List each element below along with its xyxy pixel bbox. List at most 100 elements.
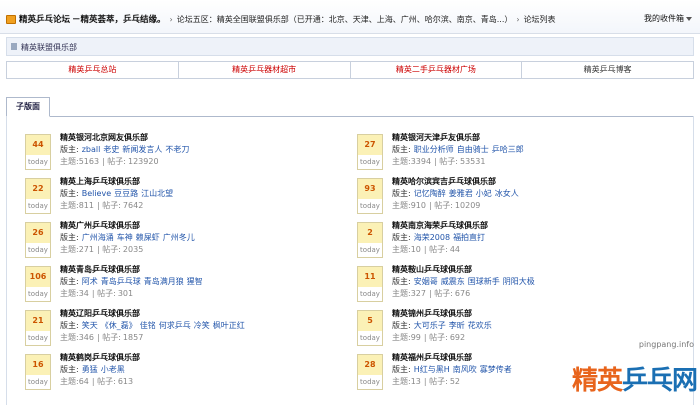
- moderators-label: 版主:: [392, 321, 411, 330]
- moderator-link[interactable]: 安姻哥: [414, 277, 438, 286]
- breadcrumb-forum-zone[interactable]: 论坛五区：精英全国联盟俱乐部（已开通：北京、天津、上海、广州、哈尔滨、南京、青岛…: [177, 14, 513, 25]
- moderator-link[interactable]: 赖屎虾: [136, 233, 160, 242]
- moderator-link[interactable]: 乒哈三郎: [492, 145, 524, 154]
- watermark-url: pingpang.info: [638, 340, 694, 349]
- subforum-name-link[interactable]: 精英辽阳乒乓球俱乐部: [60, 308, 350, 320]
- moderator-link[interactable]: 阴阳大极: [503, 277, 535, 286]
- moderator-link[interactable]: 何求乒乓: [159, 321, 191, 330]
- topics-label: 主题:: [60, 289, 79, 298]
- today-count: 27: [358, 135, 382, 155]
- quick-links: 精英乒乓总站 精英乒乓器材超市 精英二手乒乓器材广场 精英乒乓博客: [6, 61, 694, 79]
- subforum-card: 106 today 精英青岛乒乓球俱乐部 版主: 阿术 青岛乒乓球 青岛满月狼 猩智 主题:34…: [25, 264, 355, 308]
- subforum-name-link[interactable]: 精英青岛乒乓球俱乐部: [60, 264, 350, 276]
- subforum-name-link[interactable]: 精英南京海荣乒乓球俱乐部: [392, 220, 682, 232]
- moderator-link[interactable]: 姜雅君: [449, 189, 473, 198]
- topics-label: 主题:: [392, 333, 411, 342]
- moderator-link[interactable]: 青岛乒乓球: [101, 277, 141, 286]
- posts-label: | 帖子:: [102, 157, 126, 166]
- tab-subforums[interactable]: 子版面: [6, 97, 50, 117]
- moderator-link[interactable]: 老史: [103, 145, 119, 154]
- moderator-link[interactable]: zball: [82, 145, 101, 154]
- subforum-name-link[interactable]: 精英广州乒乓球俱乐部: [60, 220, 350, 232]
- subforum-name-link[interactable]: 精英哈尔滨宾吉乒乓球俱乐部: [392, 176, 682, 188]
- moderator-link[interactable]: 大可乐子: [414, 321, 446, 330]
- moderator-link[interactable]: 笑天: [82, 321, 98, 330]
- moderator-link[interactable]: 豆豆路: [114, 189, 138, 198]
- subforum-name-link[interactable]: 精英上海乒乓球俱乐部: [60, 176, 350, 188]
- subforum-stats: 主题:34 | 帖子: 301: [60, 288, 350, 300]
- arrow-icon: [11, 43, 17, 50]
- today-count: 93: [358, 179, 382, 199]
- subforum-name-link[interactable]: 精英银河天津乒友俱乐部: [392, 132, 682, 144]
- posts-count: 52: [449, 377, 461, 386]
- link-secondhand-market[interactable]: 精英二手乒乓器材广场: [350, 62, 523, 78]
- home-icon[interactable]: [6, 14, 16, 24]
- moderator-link[interactable]: 广州海涌: [82, 233, 114, 242]
- subforum-name-link[interactable]: 精英银河北京网友俱乐部: [60, 132, 350, 144]
- subforum-card: 5 today 精英锦州乒乓球俱乐部 版主: 大可乐子 李昕 花欢乐 主题:99 | 帖子: 69…: [357, 308, 687, 352]
- moderator-link[interactable]: 李昕: [449, 321, 465, 330]
- moderator-link[interactable]: 威震东: [441, 277, 465, 286]
- today-label: today: [28, 202, 48, 210]
- subforum-info: 精英哈尔滨宾吉乒乓球俱乐部 版主: 记忆陶醉 姜雅君 小妃 冰女人 主题:910 | 帖子: 1…: [392, 176, 682, 212]
- today-count: 16: [26, 355, 50, 375]
- moderator-link[interactable]: 职业分析师: [414, 145, 454, 154]
- today-count: 26: [26, 223, 50, 243]
- moderator-link[interactable]: 勇猛: [82, 365, 98, 374]
- moderators-label: 版主:: [392, 277, 411, 286]
- subforum-name-link[interactable]: 精英鹤岗乒乓球俱乐部: [60, 352, 350, 364]
- moderator-link[interactable]: 小妃: [476, 189, 492, 198]
- moderators-label: 版主:: [60, 321, 79, 330]
- subforum-name-link[interactable]: 精英鞍山乒乓球俱乐部: [392, 264, 682, 276]
- inbox-label: 我的收件箱: [644, 14, 684, 23]
- moderator-link[interactable]: 枫叶正红: [213, 321, 245, 330]
- today-count: 5: [358, 311, 382, 331]
- topics-count: 10: [410, 245, 421, 254]
- moderator-link[interactable]: 记忆陶醉: [414, 189, 446, 198]
- moderator-link[interactable]: 海荣2008: [414, 233, 450, 242]
- moderator-link[interactable]: 花欢乐: [468, 321, 492, 330]
- moderator-link[interactable]: 国球新手: [468, 277, 500, 286]
- link-main-site[interactable]: 精英乒乓总站: [7, 62, 179, 78]
- moderator-link[interactable]: 江山北望: [141, 189, 173, 198]
- moderator-link[interactable]: 不老刀: [165, 145, 189, 154]
- moderator-link[interactable]: 冰女人: [495, 189, 519, 198]
- today-count-badge: 2 today: [357, 222, 383, 258]
- moderator-link[interactable]: 阿术: [82, 277, 98, 286]
- breadcrumb-forum-list[interactable]: 论坛列表: [524, 14, 556, 25]
- moderator-link[interactable]: 小老黑: [101, 365, 125, 374]
- moderator-link[interactable]: Believe: [82, 189, 111, 198]
- moderators-line: 版主: 勇猛 小老黑: [60, 364, 350, 376]
- moderator-link[interactable]: 福拍直打: [453, 233, 485, 242]
- moderator-link[interactable]: 佳铭: [140, 321, 156, 330]
- moderator-link[interactable]: 《休_磊》: [101, 321, 137, 330]
- today-label: today: [28, 334, 48, 342]
- moderators-label: 版主:: [60, 145, 79, 154]
- moderator-link[interactable]: 广州冬儿: [163, 233, 195, 242]
- moderator-link[interactable]: H红与黑H: [414, 365, 450, 374]
- subforum-name-link[interactable]: 精英锦州乒乓球俱乐部: [392, 308, 682, 320]
- moderator-link[interactable]: 自由骑士: [457, 145, 489, 154]
- posts-label: | 帖子:: [423, 377, 448, 386]
- moderator-link[interactable]: 青岛满月狼: [144, 277, 184, 286]
- moderator-link[interactable]: 寡梦传者: [480, 365, 512, 374]
- moderator-link[interactable]: 猩智: [187, 277, 203, 286]
- moderator-link[interactable]: 新闻发言人: [122, 145, 162, 154]
- topics-label: 主题:: [392, 289, 411, 298]
- inbox-menu[interactable]: 我的收件箱: [644, 13, 692, 24]
- site-name-link[interactable]: 精英乒乓论坛: [19, 13, 70, 25]
- moderators-line: 版主: 海荣2008 福拍直打: [392, 232, 682, 244]
- subforum-info: 精英银河北京网友俱乐部 版主: zball 老史 新闻发言人 不老刀 主题:5163 | 帖子…: [60, 132, 350, 168]
- moderators-line: 版主: 阿术 青岛乒乓球 青岛满月狼 猩智: [60, 276, 350, 288]
- page-title: 精英联盟俱乐部: [21, 43, 77, 52]
- moderators-label: 版主:: [60, 277, 79, 286]
- posts-count: 2035: [122, 245, 144, 254]
- link-blog[interactable]: 精英乒乓博客: [522, 62, 693, 78]
- link-equipment-store[interactable]: 精英乒乓器材超市: [178, 62, 351, 78]
- moderator-link[interactable]: 南风吹: [453, 365, 477, 374]
- moderator-link[interactable]: 车神: [117, 233, 133, 242]
- subforum-info: 精英上海乒乓球俱乐部 版主: Believe 豆豆路 江山北望 主题:811 | 帖子: 76…: [60, 176, 350, 212]
- posts-label: | 帖子:: [91, 289, 116, 298]
- moderator-link[interactable]: 冷笑: [194, 321, 210, 330]
- today-count: 28: [358, 355, 382, 375]
